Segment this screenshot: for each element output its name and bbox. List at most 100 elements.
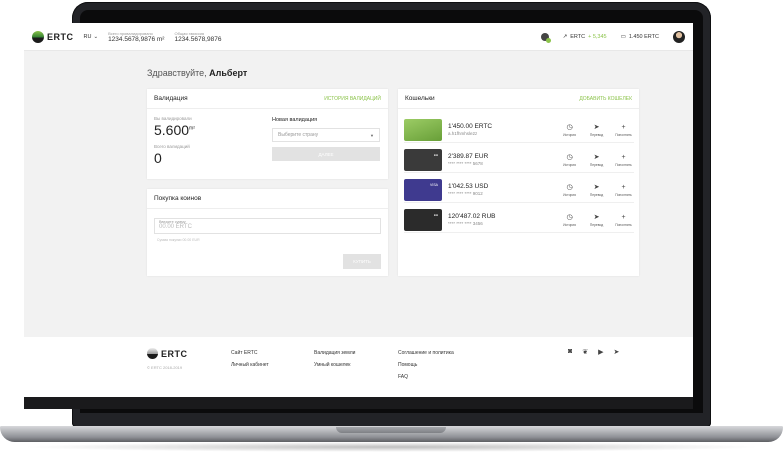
header-logo[interactable]: ERTC (32, 30, 74, 43)
wallet-actions: ◷ История ➤ Перевод + Пополнить (559, 213, 634, 227)
greeting-text: Здравствуйте, (147, 68, 207, 78)
validated-area-unit: m² (189, 125, 195, 132)
wallet-info: 120'487.02 RUB **** **** **** 3456 (448, 213, 559, 226)
wallet-actions: ◷ История ➤ Перевод + Пополнить (559, 183, 634, 197)
total-validated-value: 1234.5678,9876 m² (108, 35, 165, 43)
transfer-label: Перевод (589, 192, 604, 197)
wallet-topup-button[interactable]: + Пополнить (613, 213, 634, 227)
country-select-placeholder: Выберите страну (278, 132, 319, 138)
wallet-transfer-button[interactable]: ➤ Перевод (586, 183, 607, 197)
twitter-icon[interactable]: ❦ (582, 348, 588, 356)
wallet-actions: ◷ История ➤ Перевод + Пополнить (559, 123, 634, 137)
new-validation-title: Новая валидация (272, 117, 318, 123)
wallet-card-image: ●● (404, 148, 442, 171)
footer-link-account[interactable]: Личный кабинет (231, 362, 269, 368)
header-right: ↗ ERTC + 5,345 ▭ 1.450 ERTC (540, 30, 685, 43)
top-header: ERTC RU ⌄ Всего провалидировано 1234.567… (24, 23, 693, 51)
app-screen: ERTC RU ⌄ Всего провалидировано 1234.567… (24, 23, 693, 397)
wallet-history-button[interactable]: ◷ История (559, 213, 580, 227)
plus-icon: + (621, 153, 626, 161)
footer-links-3: Соглашение и политика Помощь FAQ (398, 350, 454, 380)
rate-delta: + 5,345 (588, 33, 607, 40)
validation-card: Валидация История валидаций Вы валидиров… (147, 89, 388, 179)
history-icon: ◷ (566, 213, 573, 221)
wallet-transfer-button[interactable]: ➤ Перевод (586, 123, 607, 137)
wallet-row[interactable]: 1'450.00 ERTC a.h1fhmhsle2z ◷ История ➤ Перев… (404, 117, 634, 143)
footer-link-help[interactable]: Помощь (398, 362, 454, 368)
wallet-history-button[interactable]: ◷ История (559, 123, 580, 137)
footer-link-site[interactable]: Сайт ERTC (231, 350, 269, 356)
logo-icon (32, 30, 44, 43)
total-validations-value: 0 (154, 150, 162, 166)
youtube-icon[interactable]: ▶ (598, 348, 603, 356)
user-name: Альберт (209, 68, 248, 78)
footer-link-land-validation[interactable]: Валидация земли (314, 350, 355, 356)
topup-label: Пополнить (615, 192, 632, 197)
wallet-topup-button[interactable]: + Пополнить (613, 153, 634, 167)
wallet-card-image (404, 118, 442, 141)
send-icon: ➤ (593, 183, 600, 191)
next-button[interactable]: Далее (272, 147, 380, 161)
balance-indicator[interactable]: ▭ 1.450 ERTC (621, 34, 659, 40)
total-validations-label: Всего валидаций (154, 144, 190, 149)
telegram-icon[interactable]: ➤ (614, 348, 620, 356)
wallet-amount: 120'487.02 RUB (448, 213, 496, 220)
history-label: История (563, 192, 576, 197)
wallet-card-image: VISA (404, 178, 442, 201)
logo-icon (147, 348, 158, 359)
purchase-hint: Сумма покупки 00.00 EUR (157, 238, 200, 242)
wallet-transfer-button[interactable]: ➤ Перевод (586, 213, 607, 227)
add-wallet-link[interactable]: Добавить кошелек (579, 96, 632, 102)
wallet-row[interactable]: ●● 120'487.02 RUB **** **** **** 3456 ◷ Исто… (404, 207, 634, 233)
validation-stats: Вы валидировали 5.600m² Всего валидаций … (154, 116, 195, 166)
wallet-info: 1'042.53 USD **** **** **** 9012 (448, 183, 559, 196)
purchase-card: Покупка коинов Введите сумму 00.00 ERTC … (147, 189, 388, 276)
wallet-transfer-button[interactable]: ➤ Перевод (586, 153, 607, 167)
screen-bottom-bar (24, 397, 693, 409)
wallet-topup-button[interactable]: + Пополнить (613, 183, 634, 197)
footer-logo[interactable]: ERTC (147, 348, 188, 359)
country-select[interactable]: Выберите страну ▼ (272, 128, 380, 142)
amount-input-placeholder: 00.00 ERTC (159, 224, 192, 230)
plus-icon: + (621, 183, 626, 191)
transfer-label: Перевод (589, 162, 604, 167)
validation-history-link[interactable]: История валидаций (324, 96, 381, 102)
buy-button[interactable]: Купить (343, 254, 381, 269)
wallet-icon: ▭ (620, 33, 626, 40)
wallet-history-button[interactable]: ◷ История (559, 183, 580, 197)
send-icon: ➤ (593, 213, 600, 221)
amount-input[interactable]: Введите сумму 00.00 ERTC (154, 218, 381, 234)
validated-area-label: Вы валидировали (154, 116, 192, 121)
wallets-title: Кошельки (405, 95, 435, 102)
user-avatar[interactable] (673, 30, 685, 43)
language-selector[interactable]: RU ⌄ (84, 34, 99, 40)
notification-icon[interactable] (540, 32, 551, 43)
plus-icon: + (621, 123, 626, 131)
send-icon: ➤ (593, 153, 600, 161)
balance-value: 1.450 ERTC (628, 33, 659, 40)
purchase-card-header: Покупка коинов (147, 189, 388, 209)
transfer-label: Перевод (589, 222, 604, 227)
wallet-row[interactable]: ●● 2'389.87 EUR **** **** **** 5678 ◷ Истори… (404, 147, 634, 173)
footer-link-policy[interactable]: Соглашение и политика (398, 350, 454, 356)
footer-logo-text: ERTC (161, 348, 188, 359)
instagram-icon[interactable]: ◙ (568, 348, 572, 356)
language-label: RU (83, 33, 92, 40)
wallet-history-button[interactable]: ◷ История (559, 153, 580, 167)
wallets-card: Кошельки Добавить кошелек 1'450.00 ERTC a… (398, 89, 639, 276)
wallet-number: a.h1fhmhsle2z (448, 131, 478, 136)
wallet-row[interactable]: VISA 1'042.53 USD **** **** **** 9012 ◷ Исто… (404, 177, 634, 203)
caret-down-icon: ▼ (370, 132, 374, 138)
new-validation-form: Новая валидация Выберите страну ▼ Далее (272, 117, 380, 161)
wallet-number: **** **** **** 3456 (448, 221, 483, 226)
validated-area-value: 5.600 (154, 122, 190, 138)
wallet-topup-button[interactable]: + Пополнить (613, 123, 634, 137)
footer-link-smart-wallet[interactable]: Умный кошелек (314, 362, 355, 368)
wallet-amount: 2'389.87 EUR (448, 153, 489, 160)
total-emission-value: 1234.5678,9876 (174, 35, 222, 43)
plus-icon: + (621, 213, 626, 221)
wallet-info: 1'450.00 ERTC a.h1fhmhsle2z (448, 123, 559, 136)
footer-link-faq[interactable]: FAQ (398, 374, 454, 380)
card-brand-badge: ●● (433, 212, 438, 217)
history-label: История (563, 132, 576, 137)
